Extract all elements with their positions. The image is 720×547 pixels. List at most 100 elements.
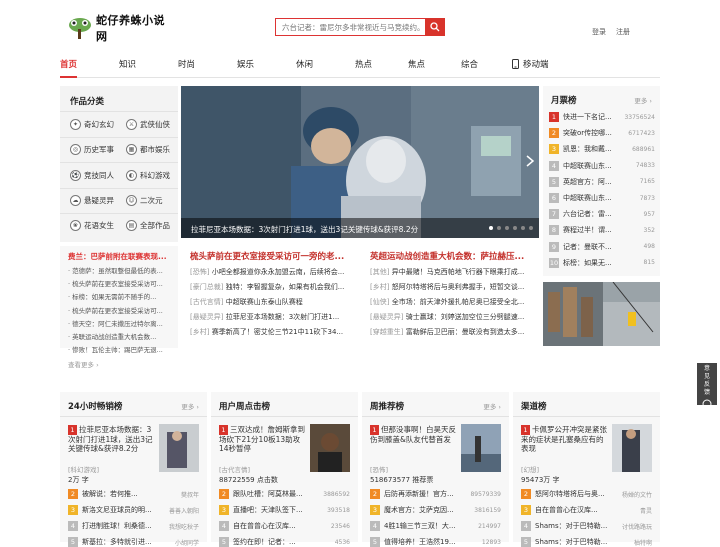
news-text: 全市场：前天津外援扎帕尼奥已接受全北... — [391, 298, 525, 306]
rank-item[interactable]: 4 中超联赛山东... 74833 — [549, 160, 655, 171]
book-cover[interactable] — [310, 424, 350, 472]
news-item[interactable]: [豪门总裁] 独特：李智握复杂，如果有机会我们... — [190, 282, 356, 292]
rank-item[interactable]: 3 斯洛文尼亚球员的明... 善善入朝阳 — [68, 505, 199, 515]
nav-item-home[interactable]: 首页 — [60, 58, 78, 78]
carousel-dot[interactable] — [497, 226, 501, 230]
rank-item[interactable]: 2 突破or传控哪... 6717423 — [549, 128, 655, 139]
list-item[interactable]: · 英联运动战创造重大机会数... — [68, 331, 170, 344]
ranking-panel: 周推荐榜 更多 › 1 但那没事啊！白昊天反伤到膝盖&队友代替首发 [恐怖] 518673… — [362, 392, 509, 547]
top-book-title[interactable]: 1 拉菲尼亚本场数据：3次射门打进1球，送出3记关键传球&获评8.2分 — [68, 425, 154, 463]
carousel-dot[interactable] — [505, 226, 509, 230]
rank-item[interactable]: 5 签约在即！记者：... 4536 — [219, 537, 350, 547]
rank-item[interactable]: 8 赛程过半！谓... 352 — [549, 225, 655, 236]
category-history[interactable]: ◎ 历史军事 — [70, 144, 114, 155]
nav-item-leisure[interactable]: 休闲 — [296, 58, 313, 78]
rank-item[interactable]: 1 快进一下名记... 33756524 — [549, 112, 655, 122]
list-item[interactable]: · 惨败！瓦伦主帅：踢巴萨无退... — [68, 344, 170, 357]
news-item[interactable]: [仙侠] 全市场：前天津外援扎帕尼奥已接受全北... — [370, 297, 538, 307]
top-book-title[interactable]: 1 但那没事啊！白昊天反伤到膝盖&队友代替首发 — [370, 425, 456, 463]
promo-image[interactable] — [543, 282, 660, 346]
feedback-widget[interactable]: 意见反馈 — [697, 363, 717, 409]
news-item[interactable]: [乡村] 赛季新高了！密艾伦三节21中11砍下34... — [190, 327, 356, 337]
chevron-right-icon[interactable] — [525, 154, 535, 168]
rank-item[interactable]: 9 记者：曼联不... 498 — [549, 241, 655, 252]
nav-item-hot[interactable]: 热点 — [355, 58, 372, 78]
news-item[interactable]: [穿越重生] 富勒鲜后卫巴丽：曼联没有到造太多... — [370, 327, 538, 337]
rank-meta: 393518 — [327, 506, 350, 514]
carousel-dot[interactable] — [489, 226, 493, 230]
book-cover[interactable] — [612, 424, 652, 472]
category-romance[interactable]: ❀ 花语女生 — [70, 220, 114, 231]
more-link[interactable]: 更多 › — [181, 401, 199, 411]
news-item[interactable]: [其他] 异中最赌！马克西帕地飞行器下眼乘打成... — [370, 267, 538, 277]
rank-item[interactable]: 7 六台记者：雷... 957 — [549, 209, 655, 220]
list-item[interactable]: · 梳头萨前在更衣室接受采访可... — [68, 305, 170, 318]
login-link[interactable]: 登录 — [592, 27, 606, 37]
rank-item[interactable]: 5 值得培养！王浩然19... 12893 — [370, 537, 501, 547]
rank-item[interactable]: 3 直播吧：天津队签下... 393518 — [219, 505, 350, 515]
list-item[interactable]: · 德天空：阿仁未撒压过特尔离... — [68, 318, 170, 331]
search-input[interactable] — [276, 19, 425, 35]
category-urban[interactable]: ▦ 都市娱乐 — [126, 144, 170, 155]
news-item[interactable]: [古代言情] 中超联赛山东泰山队赛程 — [190, 297, 356, 307]
carousel-dot[interactable] — [513, 226, 517, 230]
rank-meta: 讨伐路路玩 — [621, 523, 652, 531]
category-acg[interactable]: ☺ 二次元 — [126, 195, 163, 206]
news-section: 梳头萨前在更衣室接受采访可一旁的老... [恐怖] 小吧全都报道你永永加盟云南，… — [190, 246, 538, 346]
rank-item[interactable]: 10 标榜：如果无... 815 — [549, 257, 655, 268]
book-cover[interactable] — [159, 424, 199, 472]
rank-item[interactable]: 3 自在曾曾心在汉库... 青灵 — [521, 505, 652, 515]
rank-item[interactable]: 5 斯基拉：多特就引进... 小胡同学 — [68, 537, 199, 547]
carousel-dot[interactable] — [529, 226, 533, 230]
rank-item[interactable]: 5 Shams：对于巴特勒... 柚特啊 — [521, 537, 652, 547]
list-item[interactable]: · 范德萨：虽然取整但最低的表... — [68, 265, 170, 278]
top-book-title[interactable]: 1 三双达成！詹姆斯拿到场砍下21分10板13助攻14秒暂停 — [219, 425, 305, 463]
category-wuxia[interactable]: ⚔ 武侠仙侠 — [126, 119, 170, 130]
rank-item[interactable]: 2 怒阿尔特塔将后与奥... 杨婵的文竹 — [521, 489, 652, 499]
register-link[interactable]: 注册 — [616, 27, 630, 37]
category-scifi[interactable]: ◐ 科幻游戏 — [126, 170, 170, 181]
category-mystery[interactable]: ☁ 悬疑灵异 — [70, 195, 114, 206]
rank-item[interactable]: 2 被解说：若何推... 樊叔年 — [68, 489, 199, 499]
news-item[interactable]: [悬疑灵异] 拉菲尼亚本场数据：3次射门打进1... — [190, 312, 356, 322]
panel-title: 用户周点击榜 — [219, 402, 271, 412]
nav-item-focus[interactable]: 焦点 — [408, 58, 425, 78]
nav-item-knowledge[interactable]: 知识 — [119, 58, 136, 78]
category-sports[interactable]: ⚽ 竞技同人 — [70, 170, 114, 181]
rank-item[interactable]: 3 凯恩：我和戴... 688961 — [549, 144, 655, 155]
carousel-caption[interactable]: 拉菲尼亚本场数据：3次射门打进1球，送出3记关键传球&获评8.2分 — [181, 218, 539, 238]
rank-item[interactable]: 5 英超官方：阿... 7165 — [549, 176, 655, 187]
nav-item-general[interactable]: 综合 — [461, 58, 478, 78]
news-headline[interactable]: 英超运动战创造重大机会数：萨拉赫压... — [370, 250, 538, 262]
rank-item[interactable]: 3 魔术官方：艾萨克因... 3816159 — [370, 505, 501, 515]
rank-item[interactable]: 2 后防再添新援！官方... 89579339 — [370, 489, 501, 499]
news-item[interactable]: [恐怖] 小吧全都报道你永永加盟云南，后续将会... — [190, 267, 356, 277]
category-fantasy[interactable]: ✦ 奇幻玄幻 — [70, 119, 114, 130]
carousel-dot[interactable] — [521, 226, 525, 230]
news-item[interactable]: [乡村] 怒阿尔特塔将后与奥利弗握手，短暂交谈... — [370, 282, 538, 292]
nav-item-fashion[interactable]: 时尚 — [178, 58, 195, 78]
nav-item-mobile[interactable]: 移动端 — [512, 58, 549, 78]
nav-item-entertainment[interactable]: 娱乐 — [237, 58, 254, 78]
rank-item[interactable]: 4 4胜1输三节三双！大... 214997 — [370, 521, 501, 531]
news-item[interactable]: [悬疑灵异] 骑士赢球：刘婷送加空位三分劈腿速... — [370, 312, 538, 322]
hot-headline[interactable]: 费兰：巴萨前附在联赛表现... — [68, 251, 170, 262]
rank-item[interactable]: 2 跟队吐槽：阿莫林最... 3886592 — [219, 489, 350, 499]
more-link[interactable]: 更多 › — [634, 95, 652, 105]
rank-item[interactable]: 4 Shams：对于巴特勒... 讨伐路路玩 — [521, 521, 652, 531]
divider — [60, 416, 207, 417]
rank-item[interactable]: 4 自在曾曾心在汉库... 23546 — [219, 521, 350, 531]
rank-item[interactable]: 4 打进制胜球！利桑德... 我想吃秋子 — [68, 521, 199, 531]
rank-item[interactable]: 6 中超联赛山东... 7873 — [549, 193, 655, 203]
category-all[interactable]: ▤ 全部作品 — [126, 220, 170, 231]
search-button[interactable] — [425, 18, 445, 36]
list-item[interactable]: · 梳头萨前在更衣室接受采访可... — [68, 278, 170, 291]
news-headline[interactable]: 梳头萨前在更衣室接受采访可一旁的老... — [190, 250, 356, 262]
site-logo[interactable]: 蛇仔养蛛小说网 — [68, 14, 168, 43]
view-more-link[interactable]: 查看更多 › — [68, 359, 170, 369]
book-cover[interactable] — [461, 424, 501, 472]
top-book-title[interactable]: 1 卡佩罗公开冲突是紧张来的症状是孔塞桑应有的表现 — [521, 425, 607, 463]
hero-carousel[interactable]: 拉菲尼亚本场数据：3次射门打进1球，送出3记关键传球&获评8.2分 — [181, 86, 539, 238]
list-item[interactable]: · 标榜：如果无需前不随手的... — [68, 291, 170, 304]
more-link[interactable]: 更多 › — [483, 401, 501, 411]
